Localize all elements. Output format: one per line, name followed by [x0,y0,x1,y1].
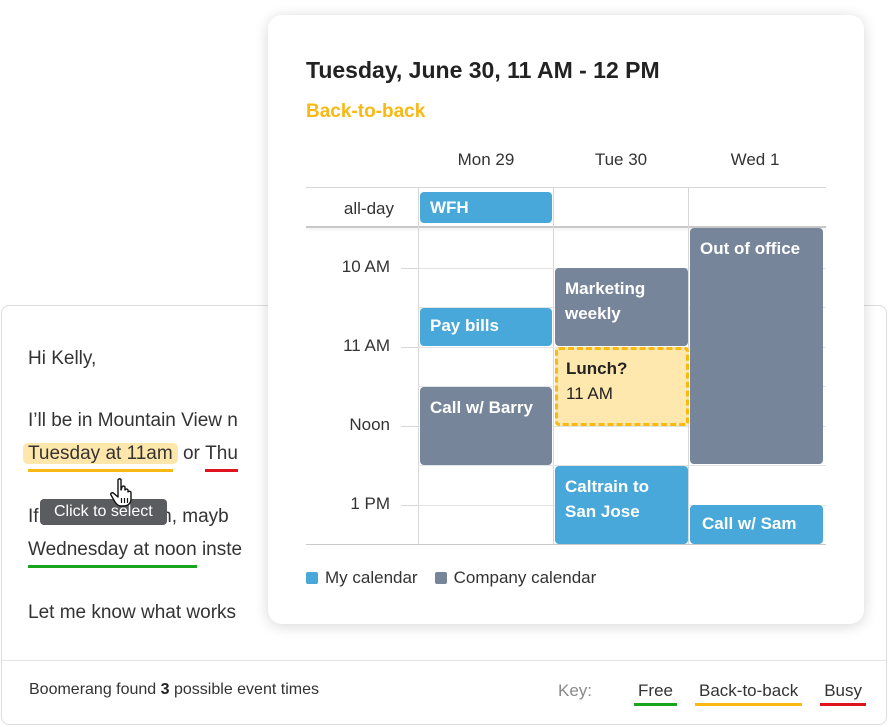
day-header-tue: Tue 30 [594,150,648,169]
email-footer: Boomerang found 3 possible event times K… [2,660,886,724]
event-out-of-office[interactable]: Out of office [690,228,823,464]
hour-tick [401,347,418,348]
day-divider [418,187,419,545]
header-divider [306,187,826,188]
time-suggestion-thursday[interactable]: Thu [205,439,238,472]
found-count: 3 [160,681,170,698]
event-marketing-weekly[interactable]: Marketing weekly [555,268,688,346]
event-wfh[interactable]: WFH [420,192,552,223]
all-day-label: all-day [343,199,394,218]
popup-title: Tuesday, June 30, 11 AM - 12 PM [306,57,660,83]
hour-tick [401,505,418,506]
time-suggestion-tuesday-text[interactable]: Tuesday at 11am [28,439,173,472]
time-label-1pm: 1 PM [350,494,390,513]
proposed-event-title: Lunch? [566,359,628,378]
click-to-select-tooltip: Click to select [40,499,167,525]
email-text: inste [196,539,243,560]
key-label: Key: [558,681,593,700]
time-suggestion-tuesday[interactable]: Tuesday at 11am [23,443,178,472]
availability-status: Back-to-back [306,101,426,122]
summary-suffix: possible event times [169,681,319,698]
hand-pointer-cursor-icon [110,478,132,507]
day-header-mon: Mon 29 [457,150,515,169]
event-call-sam[interactable]: Call w/ Sam [690,505,823,544]
event-call-barry[interactable]: Call w/ Barry [420,387,552,465]
availability-key: Key: Free Back-to-back Busy [558,681,866,706]
time-label-11am: 11 AM [343,336,390,355]
time-label-10am: 10 AM [341,257,390,276]
calendar-grid: Mon 29 Tue 30 Wed 1 all-day 10 AM 11 AM … [306,150,826,545]
email-text-or: or [177,443,206,464]
proposed-event-lunch[interactable]: Lunch? 11 AM [555,347,689,426]
email-line-4: Wednesday at noon inste [28,535,243,568]
company-calendar-swatch-icon [434,572,447,584]
key-back-to-back: Back-to-back [694,681,803,706]
proposed-event-time: 11 AM [566,384,613,403]
event-pay-bills[interactable]: Pay bills [420,308,552,346]
time-label-noon: Noon [349,415,390,434]
email-line-2: Tuesday at 11am or Thu [23,439,238,472]
calendar-preview-popup: Tuesday, June 30, 11 AM - 12 PM Back-to-… [268,15,864,624]
legend-label: My calendar [325,568,418,587]
my-calendar-swatch-icon [306,572,318,584]
time-suggestion-wednesday[interactable]: Wednesday at noon [28,535,197,568]
legend-label: Company calendar [453,568,597,587]
calendar-legend: My calendar Company calendar [306,568,613,588]
key-busy: Busy [820,681,866,706]
event-caltrain[interactable]: Caltrain to San Jose [555,466,688,544]
grid-bottom [306,544,826,545]
email-line-1: I’ll be in Mountain View n [28,410,238,431]
email-greeting: Hi Kelly, [28,348,97,369]
hour-tick [401,426,418,427]
found-times-summary: Boomerang found 3 possible event times [29,681,319,699]
email-text: If [28,506,39,527]
legend-company-calendar: Company calendar [434,568,597,588]
legend-my-calendar: My calendar [306,568,418,588]
day-divider [553,187,554,545]
email-line-5: Let me know what works [28,602,237,623]
summary-prefix: Boomerang found [29,681,161,698]
day-header-wed: Wed 1 [730,150,780,169]
key-free: Free [634,681,677,706]
hour-tick [401,268,418,269]
